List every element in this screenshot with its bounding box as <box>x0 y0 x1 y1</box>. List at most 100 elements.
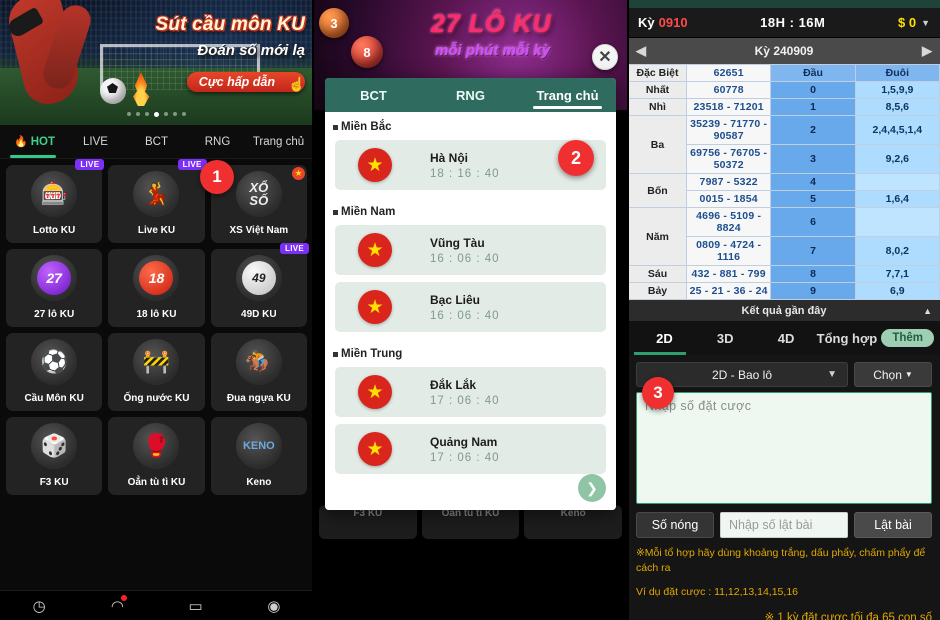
promo-banner[interactable]: Sút cầu môn KU Đoán số mới lạ Cực hấp dẫ… <box>0 0 313 125</box>
game-card-f3-ku[interactable]: 🎲 F3 KU <box>6 417 103 495</box>
game-card-49d-ku[interactable]: LIVE 49 49D KU <box>210 243 309 327</box>
panel-middle-lottery-picker: 3 8 27 LÔ KU mỗi phút mỗi kỳ ✕ F3 KU Oẳn… <box>313 0 628 620</box>
vietnam-flag-icon: ★ <box>358 148 392 182</box>
behind-card: F3 KU <box>319 505 417 539</box>
hot-numbers-button[interactable]: Số nóng <box>636 512 714 538</box>
sheet-tab-rng[interactable]: RNG <box>422 78 519 112</box>
banner-dot[interactable] <box>173 112 177 116</box>
banner-dots[interactable] <box>0 112 313 117</box>
game-card-cau-mon-ku[interactable]: ⚽ Cầu Môn KU <box>6 333 103 411</box>
prize-values: 60778 <box>685 81 772 99</box>
flame-icon: 🔥 <box>14 136 28 148</box>
tab-2d[interactable]: 2D <box>634 331 695 346</box>
game-card-keno[interactable]: KENO Keno <box>210 417 307 495</box>
banner-dot[interactable] <box>182 112 186 116</box>
gift-icon[interactable]: ◷ <box>0 597 78 615</box>
game-card-label: Keno <box>246 477 272 488</box>
flip-number-input[interactable]: Nhập số lật bài <box>720 512 848 538</box>
home-tabbar[interactable]: 🔥 HOT LIVE BCT RNG Trang chủ <box>0 125 313 159</box>
prize-values: 0809 - 4724 - 1116 <box>685 236 772 266</box>
tab-rng[interactable]: RNG <box>187 125 248 158</box>
prize-label: Năm <box>628 207 687 266</box>
more-button[interactable]: Thêm <box>881 329 934 347</box>
note-example: Ví dụ đặt cược : 11,12,13,14,15,16 <box>636 586 798 599</box>
lottery-row-bac-lieu[interactable]: ★ Bạc Liêu 16 : 06 : 40 <box>335 282 606 332</box>
bell-icon[interactable]: ◠ <box>78 594 156 615</box>
banner-dot-active[interactable] <box>154 112 159 117</box>
lotto-balls-icon: 🎰 <box>31 171 78 217</box>
bet-type-tabbar[interactable]: 2D 3D 4D Tổng hợp Thêm <box>628 321 940 355</box>
banner-dot[interactable] <box>136 112 140 116</box>
game-card-label: Ống nước KU <box>123 393 190 404</box>
tab-tong-hop[interactable]: Tổng hợp <box>816 331 878 346</box>
recent-results-bar[interactable]: Kết quả gần đây ▲ <box>628 300 940 321</box>
close-circle-icon[interactable]: ✕ <box>592 44 618 70</box>
prize-values: 35239 - 71770 - 90587 <box>685 115 772 145</box>
message-icon[interactable]: ▭ <box>157 597 235 615</box>
lottery-row-vung-tau[interactable]: ★ Vũng Tàu 16 : 06 : 40 <box>335 225 606 275</box>
dau-header: Đầu <box>770 64 856 82</box>
live-dealer-icon: 💃 <box>133 171 180 217</box>
flip-button[interactable]: Lật bài <box>854 512 932 538</box>
settings-icon[interactable]: ◉ <box>235 597 313 615</box>
period-navigator[interactable]: ◀ Kỳ 240909 ▶ <box>628 38 940 64</box>
game-card-ong-nuoc-ku[interactable]: 🚧 Ống nước KU <box>108 333 205 411</box>
tab-hot[interactable]: 🔥 HOT <box>4 125 65 158</box>
triangle-right-icon[interactable]: ▶ <box>922 43 932 59</box>
live-badge: LIVE <box>75 159 105 170</box>
balance-display[interactable]: $ 0 ▼ <box>898 15 930 30</box>
tab-3d[interactable]: 3D <box>695 331 756 346</box>
duoi-cell: 2,4,4,5,1,4 <box>854 115 940 145</box>
game-card-label: Cầu Môn KU <box>24 393 84 404</box>
bottom-nav-bar[interactable]: ◷ ◠ ▭ ◉ <box>0 590 313 620</box>
banner-subtitle: Đoán số mới lạ <box>197 42 305 59</box>
game-card-dua-ngua-ku[interactable]: 🏇 Đua ngựa KU <box>210 333 307 411</box>
bet-numbers-textarea[interactable]: Nhập số đặt cược <box>636 392 932 504</box>
banner-dot[interactable] <box>127 112 131 116</box>
sheet-tabbar[interactable]: BCT RNG Trang chủ <box>325 78 616 112</box>
banner-dot[interactable] <box>164 112 168 116</box>
annotation-badge-1: 1 <box>200 160 234 194</box>
sheet-tab-trang-chu[interactable]: Trang chủ <box>519 78 616 112</box>
banner-dot[interactable] <box>145 112 149 116</box>
tab-bct[interactable]: BCT <box>126 125 187 158</box>
game-card-27-lo-ku[interactable]: 27 27 lô KU <box>6 249 103 327</box>
vietnam-flag-icon: ★ <box>358 290 392 324</box>
pool-ball-3-icon: 3 <box>319 8 349 38</box>
game-card-lotto-ku[interactable]: LIVE 🎰 Lotto KU <box>6 159 105 243</box>
caret-down-icon[interactable]: ▼ <box>921 18 930 28</box>
chevron-down-icon[interactable]: ▼ <box>827 369 837 380</box>
lottery-row-meta: Vũng Tàu 16 : 06 : 40 <box>430 236 500 265</box>
game-card-live-ku[interactable]: LIVE 💃 Live KU <box>108 159 207 243</box>
prize-label: Ba <box>628 115 687 174</box>
duoi-cell: 9,2,6 <box>854 144 940 174</box>
prize-label: Nhất <box>628 81 687 99</box>
chevron-up-icon[interactable]: ▲ <box>923 306 932 316</box>
period-nav-title: Kỳ 240909 <box>754 44 814 58</box>
duoi-cell: 7,7,1 <box>854 265 940 283</box>
table-row: Đặc Biệt 62651 Đầu Đuôi <box>628 64 940 82</box>
dau-cell: 7 <box>770 236 856 266</box>
table-row: Bốn 7987 - 5322 4 <box>628 173 940 208</box>
dau-cell: 3 <box>770 144 856 174</box>
tab-live[interactable]: LIVE <box>65 125 126 158</box>
game-card-label: 49D KU <box>241 309 277 320</box>
balance-value: $ 0 <box>898 15 917 30</box>
triangle-left-icon[interactable]: ◀ <box>636 43 646 59</box>
tab-4d[interactable]: 4D <box>756 331 817 346</box>
lottery-countdown: 17 : 06 : 40 <box>430 394 500 407</box>
tab-trang-chu[interactable]: Trang chủ <box>248 125 309 158</box>
xoso-icon: XỔ SỐ <box>235 171 282 217</box>
sheet-tab-bct[interactable]: BCT <box>325 78 422 112</box>
pointer-hand-icon: ☝ <box>288 76 306 92</box>
prize-values: 4696 - 5109 - 8824 <box>685 207 772 237</box>
game-card-18-lo-ku[interactable]: 18 18 lô KU <box>108 249 205 327</box>
lottery-row-dak-lak[interactable]: ★ Đắk Lắk 17 : 06 : 40 <box>335 367 606 417</box>
prize-label: Bốn <box>628 173 687 208</box>
chon-button[interactable]: Chọn ▼ <box>854 362 932 387</box>
soccer-ball-icon: ⚽ <box>31 339 78 385</box>
game-card-oan-tu-ti-ku[interactable]: 🥊 Oẳn tù tì KU <box>108 417 205 495</box>
chevron-down-icon[interactable]: ❯ <box>578 474 606 502</box>
prize-values: 69756 - 76705 - 50372 <box>685 144 772 174</box>
lottery-row-quang-nam[interactable]: ★ Quảng Nam 17 : 06 : 40 <box>335 424 606 474</box>
